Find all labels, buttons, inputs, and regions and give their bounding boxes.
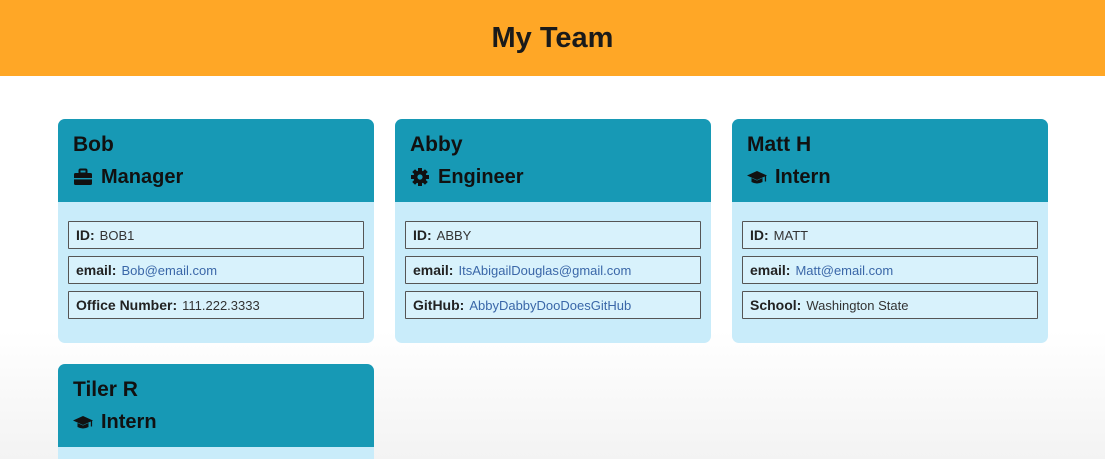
office-number-field: Office Number: 111.222.3333 — [68, 291, 364, 319]
employee-name: Bob — [73, 133, 114, 156]
school-field: School: Washington State — [742, 291, 1038, 319]
employee-role: Intern — [73, 410, 374, 434]
employee-card-tiler-r: Tiler R Intern — [58, 364, 374, 459]
card-header: Matt H Intern — [732, 119, 1048, 202]
employee-card-abby: Abby Engineer ID: ABBY email: ItsAbigail… — [395, 119, 711, 343]
office-number-label: Office Number: — [76, 297, 178, 313]
employee-name: Matt H — [747, 133, 812, 156]
email-link[interactable]: Matt@email.com — [795, 263, 893, 278]
page-title: My Team — [491, 21, 614, 54]
card-header: Abby Engineer — [395, 119, 711, 202]
cog-icon — [411, 168, 429, 186]
email-link[interactable]: ItsAbigailDouglas@gmail.com — [458, 263, 631, 278]
office-number-value: 111.222.3333 — [182, 297, 260, 313]
school-label: School: — [750, 297, 802, 313]
role-label: Engineer — [438, 166, 524, 188]
employee-name: Abby — [410, 133, 463, 156]
card-header: Tiler R Intern — [58, 364, 374, 447]
card-body: ID: ABBY email: ItsAbigailDouglas@gmail.… — [395, 202, 711, 319]
id-value: MATT — [773, 227, 809, 243]
email-field: email: Matt@email.com — [742, 256, 1038, 284]
employee-name: Tiler R — [73, 378, 138, 401]
email-label: email: — [76, 262, 117, 278]
id-label: ID: — [750, 227, 769, 243]
employee-card-bob: Bob Manager ID: BOB1 email: Bob@email.co… — [58, 119, 374, 343]
email-field: email: ItsAbigailDouglas@gmail.com — [405, 256, 701, 284]
id-label: ID: — [413, 227, 432, 243]
github-field: GitHub: AbbyDabbyDooDoesGitHub — [405, 291, 701, 319]
briefcase-icon — [74, 168, 92, 185]
email-field: email: Bob@email.com — [68, 256, 364, 284]
employee-role: Manager — [73, 165, 374, 189]
employee-role: Intern — [747, 165, 1048, 189]
github-label: GitHub: — [413, 297, 465, 313]
email-link[interactable]: Bob@email.com — [121, 263, 217, 278]
card-header: Bob Manager — [58, 119, 374, 202]
id-value: BOB1 — [99, 227, 135, 243]
role-label: Manager — [101, 166, 184, 188]
card-body: ID: MATT email: Matt@email.com School: W… — [732, 202, 1048, 319]
id-field: ID: ABBY — [405, 221, 701, 249]
employee-card-matt-h: Matt H Intern ID: MATT email: Matt@email… — [732, 119, 1048, 343]
email-label: email: — [413, 262, 454, 278]
card-body: ID: BOB1 email: Bob@email.com Office Num… — [58, 202, 374, 319]
employee-role: Engineer — [410, 165, 711, 189]
email-label: email: — [750, 262, 791, 278]
role-label: Intern — [775, 166, 831, 188]
role-label: Intern — [101, 411, 157, 433]
id-field: ID: MATT — [742, 221, 1038, 249]
graduation-cap-icon — [73, 416, 93, 429]
school-value: Washington State — [806, 297, 909, 313]
github-link[interactable]: AbbyDabbyDooDoesGitHub — [469, 298, 631, 313]
id-value: ABBY — [436, 227, 472, 243]
id-label: ID: — [76, 227, 95, 243]
page-header: My Team — [0, 0, 1105, 76]
graduation-cap-icon — [747, 171, 767, 184]
id-field: ID: BOB1 — [68, 221, 364, 249]
